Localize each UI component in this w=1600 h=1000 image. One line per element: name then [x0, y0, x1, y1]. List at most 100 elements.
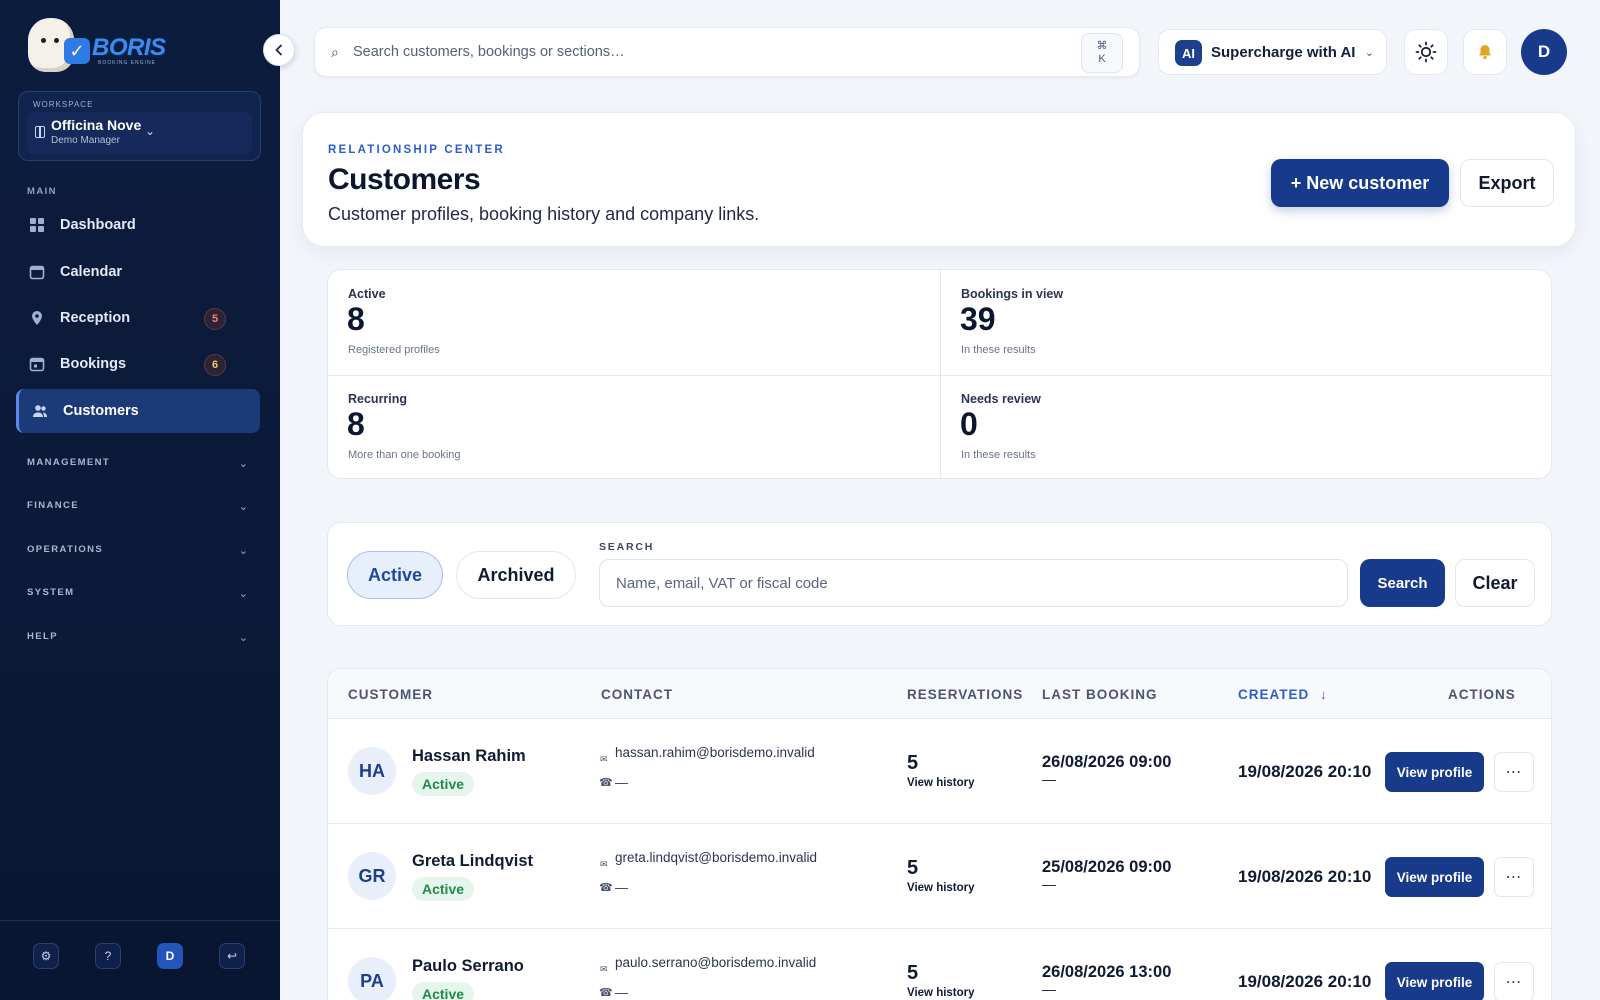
- column-header-last-booking[interactable]: LAST BOOKING: [1042, 687, 1158, 702]
- group-label: OPERATIONS: [27, 544, 104, 555]
- global-search-input[interactable]: ⌕ Search customers, bookings or sections…: [314, 27, 1140, 77]
- column-header-created-label: CREATED: [1238, 687, 1310, 702]
- customer-email[interactable]: paulo.serrano@borisdemo.invalid: [615, 955, 816, 970]
- check-badge-icon: ✓: [64, 38, 90, 64]
- sidebar-group-finance[interactable]: FINANCE ⌄: [16, 492, 260, 522]
- sidebar-group-system[interactable]: SYSTEM ⌄: [16, 579, 260, 609]
- last-booking-date: 26/08/2026 09:00: [1042, 753, 1172, 771]
- view-history-link[interactable]: View history: [907, 882, 975, 894]
- workspace-switcher[interactable]: WORKSPACE Officina Nove Demo Manager ⌄: [18, 91, 261, 161]
- reservations-count: 5: [907, 962, 919, 984]
- sidebar-item-dashboard[interactable]: Dashboard: [16, 203, 260, 247]
- chevron-down-icon: ⌄: [238, 588, 248, 600]
- keyboard-shortcut-hint: ⌘ K: [1081, 33, 1123, 73]
- column-header-customer[interactable]: CUSTOMER: [348, 687, 433, 702]
- customer-name[interactable]: Hassan Rahim: [412, 747, 526, 766]
- customer-email[interactable]: greta.lindqvist@borisdemo.invalid: [615, 850, 817, 865]
- sidebar-group-operations[interactable]: OPERATIONS ⌄: [16, 536, 260, 566]
- workspace-role: Demo Manager: [51, 135, 120, 146]
- sun-icon: [1415, 41, 1437, 63]
- settings-icon[interactable]: ⚙: [33, 943, 59, 969]
- reservations-count: 5: [907, 857, 919, 879]
- stat-label: Recurring: [348, 392, 408, 406]
- brand-tagline: BOOKING ENGINE: [98, 60, 156, 66]
- sidebar-item-label: Calendar: [60, 264, 123, 280]
- shortcut-key: K: [1098, 53, 1106, 65]
- view-profile-button[interactable]: View profile: [1385, 857, 1484, 897]
- stat-note: In these results: [961, 344, 1036, 356]
- stats-grid: Active 8 Registered profiles Bookings in…: [327, 269, 1552, 479]
- customer-name[interactable]: Greta Lindqvist: [412, 852, 533, 871]
- new-customer-button[interactable]: + New customer: [1271, 159, 1449, 207]
- view-history-link[interactable]: View history: [907, 777, 975, 789]
- search-button[interactable]: Search: [1360, 559, 1445, 607]
- stat-note: Registered profiles: [348, 344, 440, 356]
- tab-active[interactable]: Active: [347, 551, 443, 599]
- stat-label: Bookings in view: [961, 287, 1064, 301]
- view-profile-button[interactable]: View profile: [1385, 752, 1484, 792]
- search-label: SEARCH: [599, 541, 655, 553]
- notifications-button[interactable]: [1463, 29, 1507, 75]
- user-avatar[interactable]: D: [1521, 29, 1567, 75]
- workspace-name: Officina Nove: [51, 117, 142, 133]
- sidebar-item-label: Reception: [60, 310, 131, 326]
- more-actions-icon[interactable]: ⋯: [1494, 752, 1534, 792]
- tab-archived[interactable]: Archived: [456, 551, 576, 599]
- phone-icon: ☎: [599, 777, 613, 789]
- chevron-left-icon: [275, 44, 282, 56]
- created-date: 19/08/2026 20:10: [1238, 867, 1372, 886]
- logout-icon[interactable]: ↩: [219, 943, 245, 969]
- sidebar-item-calendar[interactable]: Calendar: [16, 250, 260, 294]
- page-subtitle: Customer profiles, booking history and c…: [328, 204, 760, 224]
- table-row[interactable]: GR Greta Lindqvist Active ✉ greta.lindqv…: [328, 824, 1551, 929]
- view-profile-button[interactable]: View profile: [1385, 962, 1484, 1000]
- export-button[interactable]: Export: [1460, 159, 1554, 207]
- chevron-down-icon: ⌄: [238, 632, 248, 644]
- chevron-down-icon: ⌄: [1364, 47, 1374, 59]
- help-icon[interactable]: ?: [95, 943, 121, 969]
- workspace-selector[interactable]: Officina Nove Demo Manager ⌄: [27, 112, 252, 154]
- column-header-created[interactable]: CREATED ↓: [1238, 687, 1328, 702]
- sidebar-group-help[interactable]: HELP ⌄: [16, 623, 260, 653]
- column-header-reservations[interactable]: RESERVATIONS: [907, 687, 1023, 702]
- calendar-check-icon: [29, 357, 45, 372]
- column-header-actions: ACTIONS: [1448, 687, 1516, 702]
- collapse-sidebar-button[interactable]: [263, 34, 295, 66]
- table-row[interactable]: PA Paulo Serrano Active ✉ paulo.serrano@…: [328, 929, 1551, 1000]
- customer-avatar: PA: [348, 957, 396, 1000]
- customer-search-input[interactable]: Name, email, VAT or fiscal code: [599, 559, 1348, 607]
- sidebar-item-label: Dashboard: [60, 217, 136, 233]
- phone-icon: ☎: [599, 987, 613, 999]
- bell-icon: [1479, 45, 1491, 60]
- customer-email[interactable]: hassan.rahim@borisdemo.invalid: [615, 745, 815, 760]
- stat-card-bookings-in-view: Bookings in view 39 In these results: [941, 270, 1551, 375]
- sort-descending-icon: ↓: [1320, 687, 1328, 702]
- more-actions-icon[interactable]: ⋯: [1494, 857, 1534, 897]
- bookings-count-badge: 6: [204, 354, 226, 376]
- brand-logo[interactable]: ✓ BORIS BOOKING ENGINE: [24, 14, 174, 76]
- people-icon: [33, 405, 47, 417]
- theme-toggle-button[interactable]: [1404, 29, 1448, 75]
- sidebar-item-customers[interactable]: Customers: [16, 389, 260, 433]
- clear-button[interactable]: Clear: [1455, 559, 1535, 607]
- status-badge: Active: [412, 877, 475, 901]
- view-history-link[interactable]: View history: [907, 987, 975, 999]
- stat-label: Needs review: [961, 392, 1041, 406]
- page-eyebrow: RELATIONSHIP CENTER: [328, 144, 505, 156]
- sidebar-item-reception[interactable]: Reception 5: [16, 296, 260, 340]
- last-booking-date: 26/08/2026 13:00: [1042, 963, 1172, 981]
- sidebar-item-label: Customers: [63, 403, 139, 419]
- more-actions-icon[interactable]: ⋯: [1494, 962, 1534, 1000]
- table-row[interactable]: HA Hassan Rahim Active ✉ hassan.rahim@bo…: [328, 719, 1551, 824]
- sidebar-item-bookings[interactable]: Bookings 6: [16, 342, 260, 386]
- divider: [328, 375, 1551, 376]
- filter-card: Active Archived SEARCH Name, email, VAT …: [327, 522, 1552, 626]
- command-key-icon: ⌘: [1096, 40, 1108, 52]
- customer-name[interactable]: Paulo Serrano: [412, 957, 524, 976]
- ai-assistant-button[interactable]: AI Supercharge with AI ⌄: [1158, 29, 1387, 75]
- customer-avatar: GR: [348, 852, 396, 900]
- column-header-contact[interactable]: CONTACT: [601, 687, 673, 702]
- sidebar-user-avatar[interactable]: D: [157, 943, 183, 969]
- sidebar-group-management[interactable]: MANAGEMENT ⌄: [16, 449, 260, 479]
- stat-value: 39: [960, 301, 996, 337]
